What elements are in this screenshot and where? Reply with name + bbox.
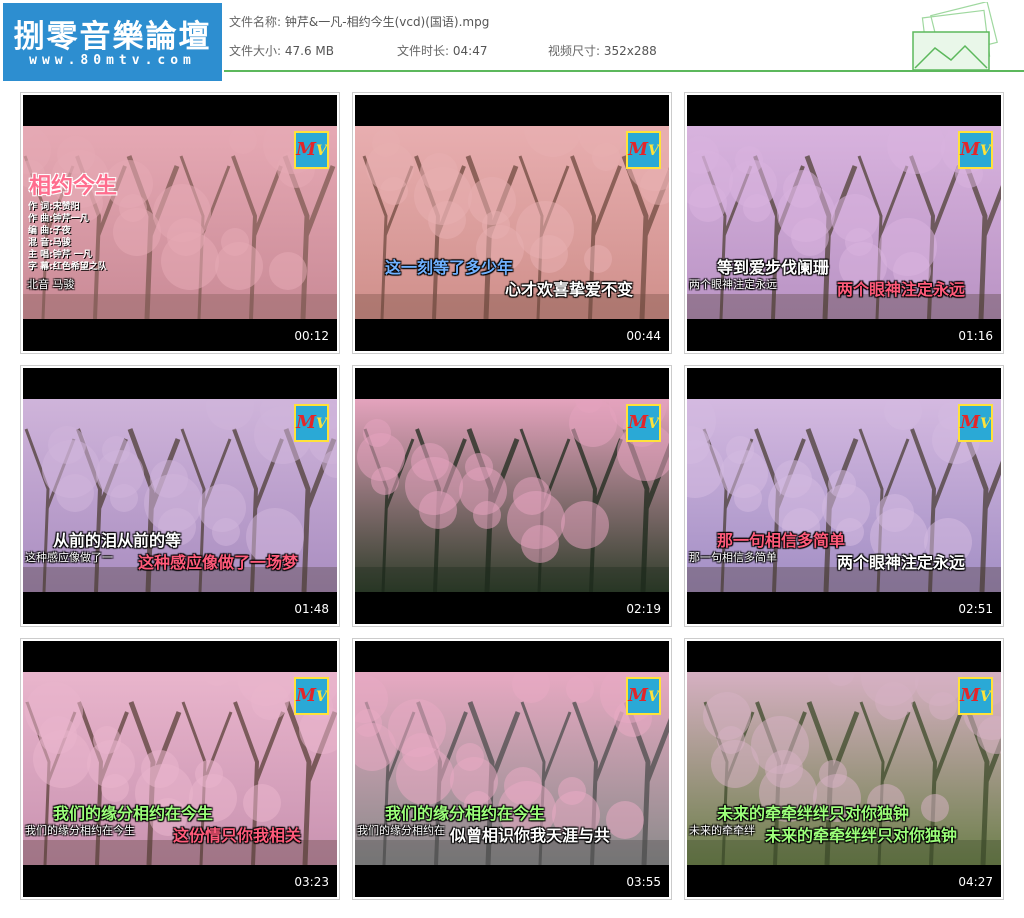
- subtitle-text: 这种感应像做了一场梦: [138, 553, 299, 572]
- timestamp-label: 01:16: [958, 329, 993, 343]
- picture-frames-icon: [912, 2, 998, 71]
- subtitle-text: 那一句相信多简单: [717, 531, 846, 550]
- timestamp-label: 04:27: [958, 875, 993, 889]
- video-frame: MV 这一刻等了多少年心才欢喜挚爱不变 00:44: [355, 95, 669, 351]
- video-still: MV 这一刻等了多少年心才欢喜挚爱不变: [355, 126, 669, 319]
- credit-line: 作 词:宋赞阳: [28, 202, 80, 212]
- logo-url: www.80mtv.com: [29, 53, 196, 68]
- video-still: MV 等到爱步伐阑珊 两个眼神注定永远 两个眼神注定永远: [687, 126, 1001, 319]
- subtitle-text: 未来的牵牵绊绊只对你独钟: [765, 826, 958, 845]
- subtitle-text: 等到爱步伐阑珊: [717, 258, 830, 277]
- credit-line: 主 唱:钟芹 一凡: [28, 250, 92, 260]
- video-still: MV 我们的缘分相约在今生 我们的缘分相约在 似曾相识你我天涯与共: [355, 672, 669, 865]
- mtv-logo-icon: MV: [626, 131, 661, 169]
- header-divider: [224, 70, 1024, 72]
- video-thumbnail[interactable]: MV 这一刻等了多少年心才欢喜挚爱不变 00:44: [352, 92, 672, 354]
- mtv-logo-icon: MV: [294, 131, 329, 169]
- credit-line: 字 幕:红色希望之队: [28, 262, 107, 272]
- credit-line: 编 曲:子夜: [28, 226, 71, 236]
- video-still: MV 我们的缘分相约在今生 我们的缘分相约在今生 这份情只你我相关: [23, 672, 337, 865]
- file-duration-value: 04:47: [452, 44, 488, 58]
- cherry-blossom-scene: [355, 399, 669, 592]
- video-frame: MV 我们的缘分相约在今生 我们的缘分相约在今生 这份情只你我相关 03:23: [23, 641, 337, 897]
- video-frame: MV 相约今生作 词:宋赞阳作 曲:钟芹一凡编 曲:子夜混 音:马骏主 唱:钟芹 …: [23, 95, 337, 351]
- file-size-row: 文件大小: 47.6 MB: [229, 42, 334, 59]
- video-thumbnail[interactable]: MV 从前的泪从前的等 这种感应像做了一 这种感应像做了一场梦 01:48: [20, 365, 340, 627]
- subtitle-text: 我们的缘分相约在今生: [25, 824, 135, 837]
- video-frame: MV 我们的缘分相约在今生 我们的缘分相约在 似曾相识你我天涯与共 03:55: [355, 641, 669, 897]
- file-size-label: 文件大小:: [229, 44, 282, 58]
- timestamp-label: 02:19: [626, 602, 661, 616]
- video-frame: MV 02:19: [355, 368, 669, 624]
- subtitle-text: 这份情只你我相关: [173, 826, 302, 845]
- video-frame: MV 那一句相信多简单 那一句相信多简单 两个眼神注定永远 02:51: [687, 368, 1001, 624]
- subtitle-text: 两个眼神注定永远: [837, 553, 966, 572]
- file-name-value: 钟芹&一凡-相约今生(vcd)(国语).mpg: [284, 15, 490, 29]
- video-still: MV 相约今生作 词:宋赞阳作 曲:钟芹一凡编 曲:子夜混 音:马骏主 唱:钟芹 …: [23, 126, 337, 319]
- subtitle-text: 两个眼神注定永远: [689, 278, 777, 291]
- subtitle-text: 我们的缘分相约在: [357, 824, 445, 837]
- mtv-logo-icon: MV: [626, 677, 661, 715]
- subtitle-text: 似曾相识你我天涯与共: [450, 826, 611, 845]
- file-name-label: 文件名称:: [229, 15, 282, 29]
- video-thumbnail[interactable]: MV 未来的牵牵绊绊只对你独钟 未来的牵牵绊 未来的牵牵绊绊只对你独钟 04:27: [684, 638, 1004, 900]
- subtitle-text: 那一句相信多简单: [689, 551, 777, 564]
- credits-overlay: 作 词:宋赞阳作 曲:钟芹一凡编 曲:子夜混 音:马骏主 唱:钟芹 一凡字 幕:…: [28, 201, 107, 273]
- subtitle-text: 心才欢喜挚爱不变: [505, 280, 634, 299]
- mtv-logo-icon: MV: [294, 677, 329, 715]
- subtitle-text: 从前的泪从前的等: [53, 531, 182, 550]
- timestamp-label: 03:55: [626, 875, 661, 889]
- thumbnail-grid: MV 相约今生作 词:宋赞阳作 曲:钟芹一凡编 曲:子夜混 音:马骏主 唱:钟芹 …: [20, 92, 1005, 904]
- subtitle-text: 这种感应像做了一: [25, 551, 113, 564]
- subtitle-text: 这一刻等了多少年: [385, 258, 514, 277]
- mtv-logo-icon: MV: [626, 404, 661, 442]
- video-dimension-value: 352x288: [603, 44, 657, 58]
- timestamp-label: 00:44: [626, 329, 661, 343]
- timestamp-label: 02:51: [958, 602, 993, 616]
- forum-logo: 捌零音樂論壇 www.80mtv.com: [3, 3, 222, 81]
- mtv-logo-icon: MV: [958, 404, 993, 442]
- credit-line: 混 音:马骏: [28, 238, 71, 248]
- subtitle-text: 我们的缘分相约在今生: [385, 804, 546, 823]
- logo-title: 捌零音樂論壇: [13, 19, 212, 55]
- file-size-value: 47.6 MB: [284, 44, 334, 58]
- mtv-logo-icon: MV: [294, 404, 329, 442]
- video-thumbnail[interactable]: MV 相约今生作 词:宋赞阳作 曲:钟芹一凡编 曲:子夜混 音:马骏主 唱:钟芹 …: [20, 92, 340, 354]
- video-thumbnail[interactable]: MV 我们的缘分相约在今生 我们的缘分相约在今生 这份情只你我相关 03:23: [20, 638, 340, 900]
- subtitle-text: 北音 马骏: [27, 278, 75, 291]
- mtv-logo-icon: MV: [958, 131, 993, 169]
- video-still: MV 那一句相信多简单 那一句相信多简单 两个眼神注定永远: [687, 399, 1001, 592]
- video-thumbnail[interactable]: MV 那一句相信多简单 那一句相信多简单 两个眼神注定永远 02:51: [684, 365, 1004, 627]
- video-frame: MV 从前的泪从前的等 这种感应像做了一 这种感应像做了一场梦 01:48: [23, 368, 337, 624]
- video-dimension-row: 视频尺寸: 352x288: [548, 42, 657, 59]
- video-still: MV 从前的泪从前的等 这种感应像做了一 这种感应像做了一场梦: [23, 399, 337, 592]
- video-dimension-label: 视频尺寸:: [548, 44, 601, 58]
- timestamp-label: 03:23: [294, 875, 329, 889]
- song-title-overlay: 相约今生: [29, 174, 118, 199]
- video-thumbnail[interactable]: MV 02:19: [352, 365, 672, 627]
- header: 捌零音樂論壇 www.80mtv.com 文件名称: 钟芹&一凡-相约今生(vc…: [0, 0, 1024, 81]
- video-frame: MV 未来的牵牵绊绊只对你独钟 未来的牵牵绊 未来的牵牵绊绊只对你独钟 04:27: [687, 641, 1001, 897]
- file-name-row: 文件名称: 钟芹&一凡-相约今生(vcd)(国语).mpg: [229, 13, 489, 30]
- video-thumbnail[interactable]: MV 等到爱步伐阑珊 两个眼神注定永远 两个眼神注定永远 01:16: [684, 92, 1004, 354]
- subtitle-text: 未来的牵牵绊: [689, 824, 755, 837]
- video-still: MV 未来的牵牵绊绊只对你独钟 未来的牵牵绊 未来的牵牵绊绊只对你独钟: [687, 672, 1001, 865]
- video-frame: MV 等到爱步伐阑珊 两个眼神注定永远 两个眼神注定永远 01:16: [687, 95, 1001, 351]
- file-duration-label: 文件时长:: [397, 44, 450, 58]
- subtitle-text: 未来的牵牵绊绊只对你独钟: [717, 804, 910, 823]
- credit-line: 作 曲:钟芹一凡: [28, 214, 89, 224]
- timestamp-label: 00:12: [294, 329, 329, 343]
- subtitle-text: 我们的缘分相约在今生: [53, 804, 214, 823]
- subtitle-text: 两个眼神注定永远: [837, 280, 966, 299]
- video-still: MV: [355, 399, 669, 592]
- file-duration-row: 文件时长: 04:47: [397, 42, 487, 59]
- mtv-logo-icon: MV: [958, 677, 993, 715]
- video-thumbnail[interactable]: MV 我们的缘分相约在今生 我们的缘分相约在 似曾相识你我天涯与共 03:55: [352, 638, 672, 900]
- timestamp-label: 01:48: [294, 602, 329, 616]
